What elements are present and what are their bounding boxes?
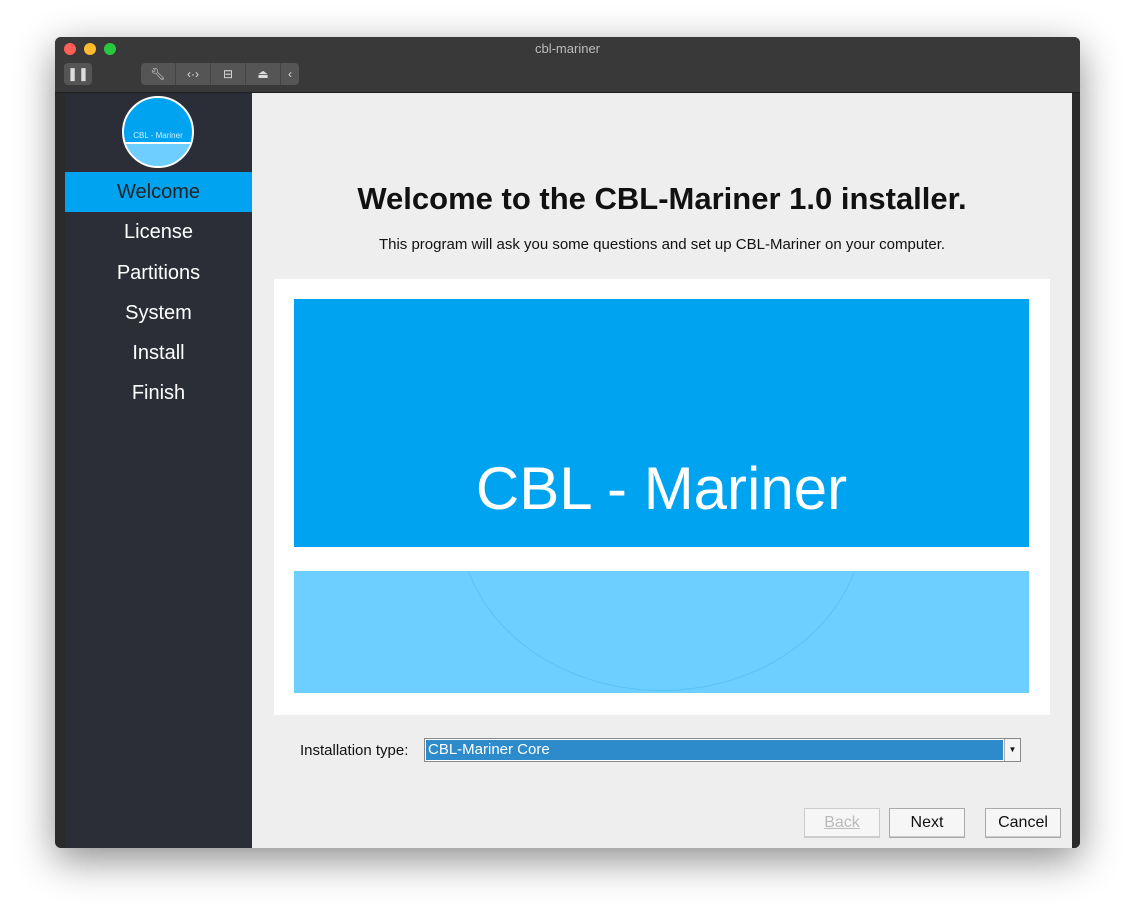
logo: CBL - Mariner xyxy=(122,96,194,168)
installer: CBL - Mariner Welcome License Partitions… xyxy=(65,93,1072,848)
page-subtitle: This program will ask you some questions… xyxy=(252,236,1072,253)
window-title: cbl-mariner xyxy=(55,41,1080,56)
page-title: Welcome to the CBL-Mariner 1.0 installer… xyxy=(252,181,1072,217)
chevron-down-icon[interactable]: ▼ xyxy=(1004,739,1020,761)
pause-button[interactable]: ❚❚ xyxy=(64,63,92,85)
toolbar-group: 🔧︎ ‹·› ⊟ ⏏ ‹ xyxy=(141,63,299,85)
drive-icon[interactable]: ⊟ xyxy=(211,63,246,85)
code-icon[interactable]: ‹·› xyxy=(176,63,211,85)
title-bar: cbl-mariner ❚❚ 🔧︎ ‹·› ⊟ ⏏ ‹ xyxy=(55,37,1080,93)
next-label: Next xyxy=(911,814,944,831)
camera-icon[interactable]: ⏏ xyxy=(246,63,281,85)
cancel-button[interactable]: Cancel xyxy=(985,808,1061,838)
vm-window: cbl-mariner ❚❚ 🔧︎ ‹·› ⊟ ⏏ ‹ CBL - Marine… xyxy=(55,37,1080,848)
step-welcome: Welcome xyxy=(65,172,252,212)
next-button[interactable]: Next xyxy=(889,808,965,838)
step-finish: Finish xyxy=(65,373,252,413)
logo-text: CBL - Mariner xyxy=(124,131,192,140)
wrench-icon[interactable]: 🔧︎ xyxy=(141,63,176,85)
pause-icon: ❚❚ xyxy=(67,66,89,82)
chevron-left-icon[interactable]: ‹ xyxy=(281,63,299,85)
back-button[interactable]: Back xyxy=(804,808,880,838)
cancel-label: Cancel xyxy=(998,814,1048,831)
install-type-value: CBL-Mariner Core xyxy=(426,740,1003,760)
step-install: Install xyxy=(65,333,252,373)
install-type-select[interactable]: CBL-Mariner Core ▼ xyxy=(424,738,1021,762)
install-type-label: Installation type: xyxy=(300,742,408,759)
banner-image: CBL - Mariner xyxy=(274,279,1050,715)
step-list: Welcome License Partitions System Instal… xyxy=(65,172,252,414)
banner-text: CBL - Mariner xyxy=(476,455,847,522)
step-system: System xyxy=(65,293,252,333)
back-label: Back xyxy=(824,814,860,831)
step-partitions: Partitions xyxy=(65,253,252,293)
sidebar: CBL - Mariner Welcome License Partitions… xyxy=(65,93,252,848)
step-license: License xyxy=(65,212,252,252)
window-edge xyxy=(1072,93,1080,848)
main-panel: Welcome to the CBL-Mariner 1.0 installer… xyxy=(252,93,1072,848)
